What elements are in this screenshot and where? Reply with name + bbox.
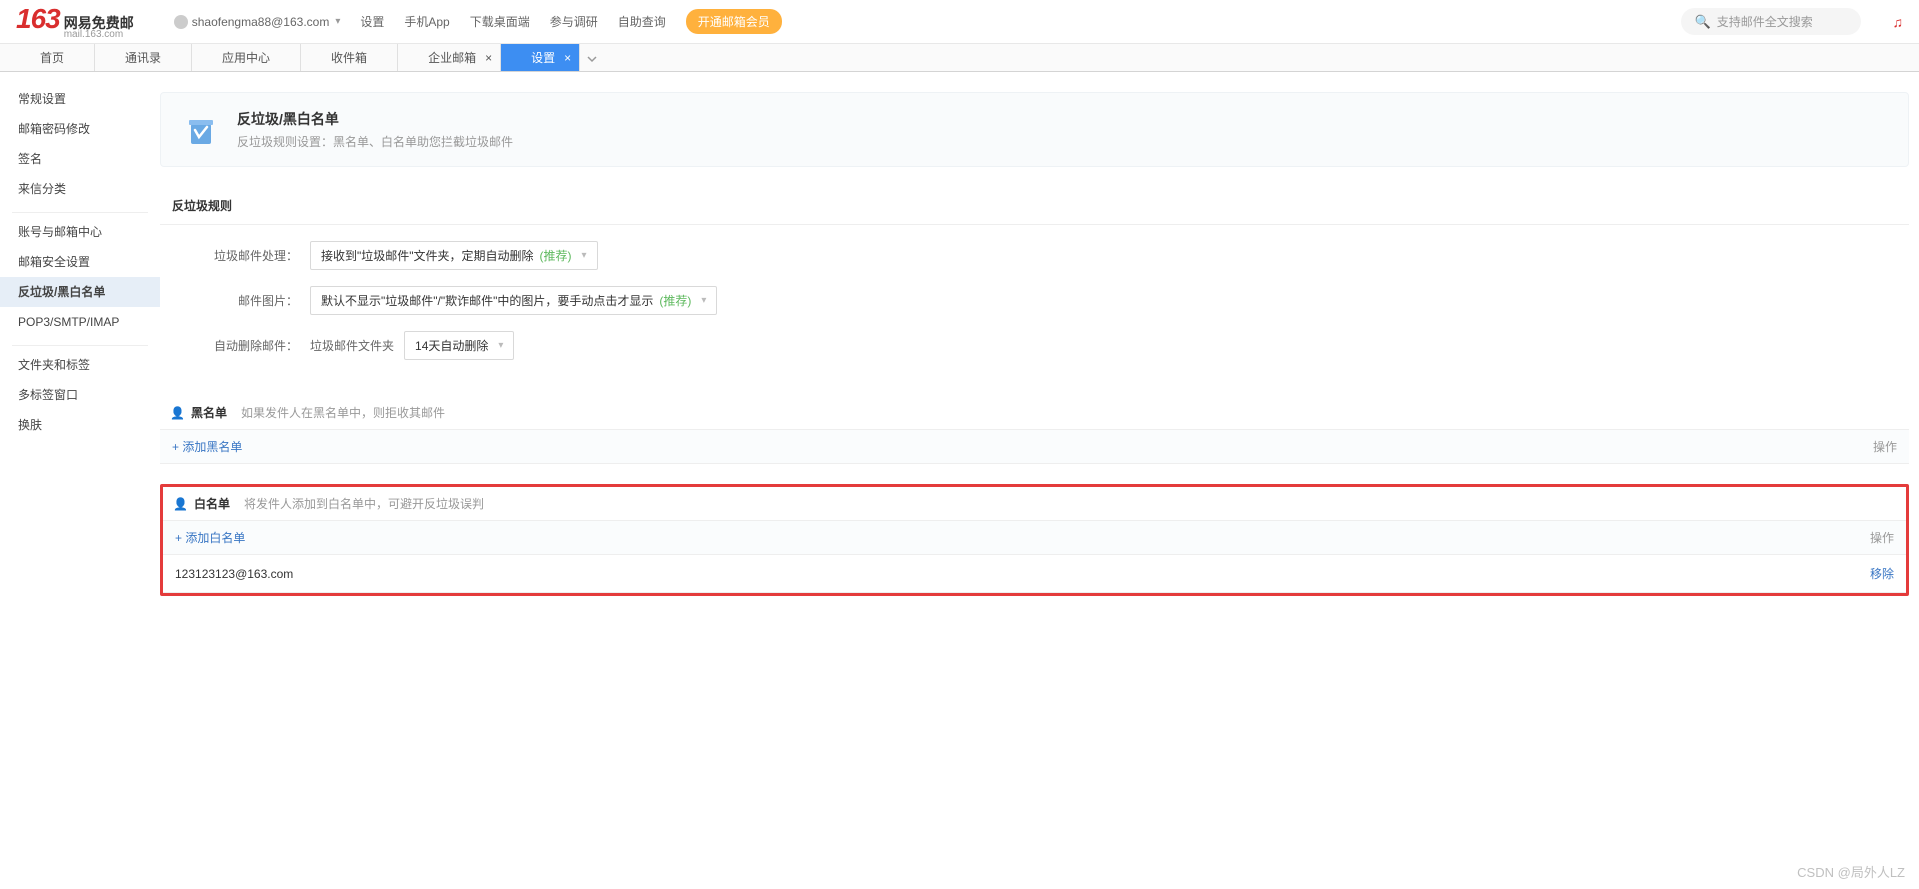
select-spam-handle[interactable]: 接收到"垃圾邮件"文件夹，定期自动删除 (推荐) ▾ xyxy=(310,241,598,270)
divider xyxy=(12,345,148,346)
page-header-card: 反垃圾/黑白名单 反垃圾规则设置：黑名单、白名单助您拦截垃圾邮件 xyxy=(160,92,1909,167)
add-blacklist-button[interactable]: + 添加黑名单 xyxy=(172,438,242,455)
tab-contacts[interactable]: 通讯录 xyxy=(95,44,192,71)
close-icon[interactable]: × xyxy=(485,44,492,72)
logo-number: 163 xyxy=(16,3,60,35)
whitelist-email: 123123123@163.com xyxy=(175,567,293,581)
tabs: 首页 通讯录 应用中心 收件箱 企业邮箱 × 设置 × xyxy=(0,44,1919,72)
main-layout: 常规设置 邮箱密码修改 签名 来信分类 账号与邮箱中心 邮箱安全设置 反垃圾/黑… xyxy=(0,72,1919,616)
chevron-down-icon: ▾ xyxy=(701,295,706,306)
static-text: 垃圾邮件文件夹 xyxy=(310,337,404,354)
sidebar-item-folders[interactable]: 文件夹和标签 xyxy=(0,350,160,380)
form-label: 自动删除邮件： xyxy=(180,337,310,354)
sidebar-item-skin[interactable]: 换肤 xyxy=(0,410,160,440)
row-mail-image: 邮件图片： 默认不显示"垃圾邮件"/"欺诈邮件"中的图片，要手动点击才显示 (推… xyxy=(160,270,1909,315)
settings-sidebar: 常规设置 邮箱密码修改 签名 来信分类 账号与邮箱中心 邮箱安全设置 反垃圾/黑… xyxy=(0,72,160,616)
avatar xyxy=(174,15,188,29)
whitelist-add-row: + 添加白名单 操作 xyxy=(163,520,1906,555)
row-spam-handle: 垃圾邮件处理： 接收到"垃圾邮件"文件夹，定期自动删除 (推荐) ▾ xyxy=(160,225,1909,270)
action-column-header: 操作 xyxy=(1870,529,1894,546)
blacklist-section: 👤 黑名单 如果发件人在黑名单中，则拒收其邮件 + 添加黑名单 操作 xyxy=(160,396,1909,464)
person-icon: 👤 xyxy=(170,406,185,420)
logo[interactable]: 163 网易免费邮 mail.163.com xyxy=(16,3,134,40)
add-whitelist-button[interactable]: + 添加白名单 xyxy=(175,529,245,546)
rules-section-title: 反垃圾规则 xyxy=(160,187,1909,225)
tab-inbox[interactable]: 收件箱 xyxy=(301,44,398,71)
sidebar-item-protocol[interactable]: POP3/SMTP/IMAP xyxy=(0,307,160,337)
header-right: 🔍 支持邮件全文搜索 ♫ xyxy=(1681,8,1904,35)
sidebar-item-antispam[interactable]: 反垃圾/黑白名单 xyxy=(0,277,160,307)
search-input[interactable]: 🔍 支持邮件全文搜索 xyxy=(1681,8,1861,35)
blacklist-header: 👤 黑名单 如果发件人在黑名单中，则拒收其邮件 xyxy=(160,396,1909,429)
app-header: 163 网易免费邮 mail.163.com shaofengma88@163.… xyxy=(0,0,1919,44)
trash-icon xyxy=(181,110,221,150)
whitelist-header: 👤 白名单 将发件人添加到白名单中，可避开反垃圾误判 xyxy=(163,487,1906,520)
select-auto-delete[interactable]: 14天自动删除 ▾ xyxy=(404,331,514,360)
vip-button[interactable]: 开通邮箱会员 xyxy=(686,9,782,34)
form-label: 邮件图片： xyxy=(180,292,310,309)
music-icon[interactable]: ♫ xyxy=(1893,14,1904,30)
tab-enterprise[interactable]: 企业邮箱 × xyxy=(398,44,501,71)
blacklist-desc: 如果发件人在黑名单中，则拒收其邮件 xyxy=(241,404,445,421)
whitelist-entry: 123123123@163.com 移除 xyxy=(163,555,1906,593)
sidebar-item-multitab[interactable]: 多标签窗口 xyxy=(0,380,160,410)
blacklist-title: 黑名单 xyxy=(191,404,227,421)
chevron-down-icon xyxy=(587,54,597,64)
page-title: 反垃圾/黑白名单 xyxy=(237,109,513,129)
chevron-down-icon: ▾ xyxy=(498,340,503,351)
sidebar-item-password[interactable]: 邮箱密码修改 xyxy=(0,114,160,144)
header-link-app[interactable]: 手机App xyxy=(404,13,449,30)
chevron-down-icon: ▾ xyxy=(582,250,587,261)
sidebar-item-account[interactable]: 账号与邮箱中心 xyxy=(0,217,160,247)
tab-settings[interactable]: 设置 × xyxy=(501,44,580,71)
divider xyxy=(12,212,148,213)
user-email: shaofengma88@163.com xyxy=(192,15,330,29)
whitelist-desc: 将发件人添加到白名单中，可避开反垃圾误判 xyxy=(244,495,484,512)
content-area: 反垃圾/黑白名单 反垃圾规则设置：黑名单、白名单助您拦截垃圾邮件 反垃圾规则 垃… xyxy=(160,72,1919,616)
select-mail-image[interactable]: 默认不显示"垃圾邮件"/"欺诈邮件"中的图片，要手动点击才显示 (推荐) ▾ xyxy=(310,286,717,315)
search-placeholder: 支持邮件全文搜索 xyxy=(1717,13,1813,30)
header-link-desktop[interactable]: 下载桌面端 xyxy=(470,13,530,30)
tab-add-button[interactable] xyxy=(580,44,604,71)
tab-apps[interactable]: 应用中心 xyxy=(192,44,301,71)
sidebar-item-general[interactable]: 常规设置 xyxy=(0,84,160,114)
logo-text: 网易免费邮 mail.163.com xyxy=(64,16,134,40)
sidebar-item-security[interactable]: 邮箱安全设置 xyxy=(0,247,160,277)
close-icon[interactable]: × xyxy=(564,44,571,72)
page-desc: 反垃圾规则设置：黑名单、白名单助您拦截垃圾邮件 xyxy=(237,133,513,150)
row-auto-delete: 自动删除邮件： 垃圾邮件文件夹 14天自动删除 ▾ xyxy=(160,315,1909,376)
remove-button[interactable]: 移除 xyxy=(1870,565,1894,582)
user-menu[interactable]: shaofengma88@163.com ▾ xyxy=(174,15,341,29)
person-icon: 👤 xyxy=(173,497,188,511)
chevron-down-icon: ▾ xyxy=(335,16,340,27)
whitelist-title: 白名单 xyxy=(194,495,230,512)
header-link-selfservice[interactable]: 自助查询 xyxy=(618,13,666,30)
sidebar-item-classify[interactable]: 来信分类 xyxy=(0,174,160,204)
header-links: 设置 手机App 下载桌面端 参与调研 自助查询 开通邮箱会员 xyxy=(360,9,781,34)
watermark: CSDN @局外人LZ xyxy=(1797,862,1905,881)
tab-home[interactable]: 首页 xyxy=(10,44,95,71)
blacklist-add-row: + 添加黑名单 操作 xyxy=(160,429,1909,464)
header-link-settings[interactable]: 设置 xyxy=(360,13,384,30)
form-label: 垃圾邮件处理： xyxy=(180,247,310,264)
header-link-survey[interactable]: 参与调研 xyxy=(550,13,598,30)
action-column-header: 操作 xyxy=(1873,438,1897,455)
sidebar-item-signature[interactable]: 签名 xyxy=(0,144,160,174)
whitelist-section: 👤 白名单 将发件人添加到白名单中，可避开反垃圾误判 + 添加白名单 操作 12… xyxy=(160,484,1909,596)
search-icon: 🔍 xyxy=(1695,14,1711,30)
